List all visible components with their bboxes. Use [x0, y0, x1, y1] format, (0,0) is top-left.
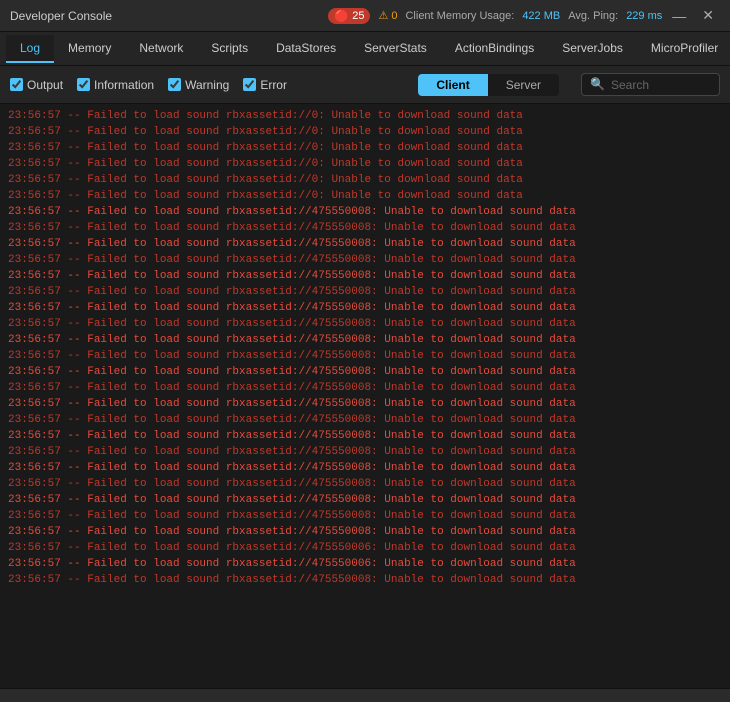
- log-line: 23:56:57 -- Failed to load sound rbxasse…: [8, 364, 722, 380]
- log-line: 23:56:57 -- Failed to load sound rbxasse…: [8, 268, 722, 284]
- log-line: 23:56:57 -- Failed to load sound rbxasse…: [8, 300, 722, 316]
- log-line: 23:56:57 -- Failed to load sound rbxasse…: [8, 540, 722, 556]
- error-badge: 🔴 25: [328, 8, 370, 24]
- warning-badge: ⚠ 0: [378, 9, 397, 22]
- log-line: 23:56:57 -- Failed to load sound rbxasse…: [8, 444, 722, 460]
- tab-memory[interactable]: Memory: [54, 35, 125, 63]
- output-checkbox[interactable]: [10, 78, 23, 91]
- log-line: 23:56:57 -- Failed to load sound rbxasse…: [8, 236, 722, 252]
- ping-label: Avg. Ping:: [568, 10, 618, 22]
- filter-bar: Output Information Warning Error Client …: [0, 66, 730, 104]
- output-label: Output: [27, 78, 63, 92]
- log-line: 23:56:57 -- Failed to load sound rbxasse…: [8, 556, 722, 572]
- title-stats: 🔴 25 ⚠ 0 Client Memory Usage: 422 MB Avg…: [328, 8, 662, 24]
- log-line: 23:56:57 -- Failed to load sound rbxasse…: [8, 492, 722, 508]
- bottom-bar: [0, 688, 730, 702]
- nav-tabs: Log Memory Network Scripts DataStores Se…: [0, 32, 730, 66]
- client-button[interactable]: Client: [418, 74, 487, 96]
- log-line: 23:56:57 -- Failed to load sound rbxasse…: [8, 140, 722, 156]
- log-line: 23:56:57 -- Failed to load sound rbxasse…: [8, 172, 722, 188]
- log-line: 23:56:57 -- Failed to load sound rbxasse…: [8, 252, 722, 268]
- log-line: 23:56:57 -- Failed to load sound rbxasse…: [8, 428, 722, 444]
- warning-count: 0: [391, 10, 397, 22]
- warning-filter[interactable]: Warning: [168, 78, 229, 92]
- output-filter[interactable]: Output: [10, 78, 63, 92]
- error-label: Error: [260, 78, 287, 92]
- log-line: 23:56:57 -- Failed to load sound rbxasse…: [8, 396, 722, 412]
- memory-label: Client Memory Usage:: [405, 10, 514, 22]
- log-line: 23:56:57 -- Failed to load sound rbxasse…: [8, 204, 722, 220]
- tab-actionbindings[interactable]: ActionBindings: [441, 35, 548, 63]
- log-line: 23:56:57 -- Failed to load sound rbxasse…: [8, 412, 722, 428]
- log-line: 23:56:57 -- Failed to load sound rbxasse…: [8, 572, 722, 588]
- search-icon: 🔍: [590, 77, 605, 92]
- log-area[interactable]: 23:56:57 -- Failed to load sound rbxasse…: [0, 104, 730, 688]
- log-line: 23:56:57 -- Failed to load sound rbxasse…: [8, 476, 722, 492]
- server-button[interactable]: Server: [488, 74, 559, 96]
- log-line: 23:56:57 -- Failed to load sound rbxasse…: [8, 316, 722, 332]
- log-line: 23:56:57 -- Failed to load sound rbxasse…: [8, 524, 722, 540]
- log-line: 23:56:57 -- Failed to load sound rbxasse…: [8, 380, 722, 396]
- log-line: 23:56:57 -- Failed to load sound rbxasse…: [8, 220, 722, 236]
- log-line: 23:56:57 -- Failed to load sound rbxasse…: [8, 124, 722, 140]
- log-line: 23:56:57 -- Failed to load sound rbxasse…: [8, 188, 722, 204]
- warning-label: Warning: [185, 78, 229, 92]
- log-line: 23:56:57 -- Failed to load sound rbxasse…: [8, 332, 722, 348]
- information-checkbox[interactable]: [77, 78, 90, 91]
- search-input[interactable]: [611, 78, 711, 92]
- log-line: 23:56:57 -- Failed to load sound rbxasse…: [8, 460, 722, 476]
- tab-scripts[interactable]: Scripts: [197, 35, 262, 63]
- window-title: Developer Console: [10, 9, 328, 23]
- tab-serverstats[interactable]: ServerStats: [350, 35, 441, 63]
- error-icon: 🔴: [334, 9, 349, 23]
- tab-microprofiler[interactable]: MicroProfiler: [637, 35, 730, 63]
- log-line: 23:56:57 -- Failed to load sound rbxasse…: [8, 508, 722, 524]
- minimize-button[interactable]: —: [666, 6, 692, 26]
- log-line: 23:56:57 -- Failed to load sound rbxasse…: [8, 108, 722, 124]
- error-filter[interactable]: Error: [243, 78, 287, 92]
- app-window: Developer Console 🔴 25 ⚠ 0 Client Memory…: [0, 0, 730, 702]
- warning-icon: ⚠: [378, 9, 388, 22]
- search-box: 🔍: [581, 73, 720, 96]
- warning-checkbox[interactable]: [168, 78, 181, 91]
- log-line: 23:56:57 -- Failed to load sound rbxasse…: [8, 348, 722, 364]
- title-bar: Developer Console 🔴 25 ⚠ 0 Client Memory…: [0, 0, 730, 32]
- close-button[interactable]: ✕: [696, 5, 720, 26]
- log-line: 23:56:57 -- Failed to load sound rbxasse…: [8, 284, 722, 300]
- information-filter[interactable]: Information: [77, 78, 154, 92]
- memory-value: 422 MB: [522, 10, 560, 22]
- tab-log[interactable]: Log: [6, 35, 54, 63]
- ping-value: 229 ms: [626, 10, 662, 22]
- information-label: Information: [94, 78, 154, 92]
- tab-network[interactable]: Network: [125, 35, 197, 63]
- error-count: 25: [352, 10, 364, 22]
- log-line: 23:56:57 -- Failed to load sound rbxasse…: [8, 156, 722, 172]
- error-checkbox[interactable]: [243, 78, 256, 91]
- client-server-toggle: Client Server: [418, 74, 559, 96]
- tab-datastores[interactable]: DataStores: [262, 35, 350, 63]
- tab-serverjobs[interactable]: ServerJobs: [548, 35, 637, 63]
